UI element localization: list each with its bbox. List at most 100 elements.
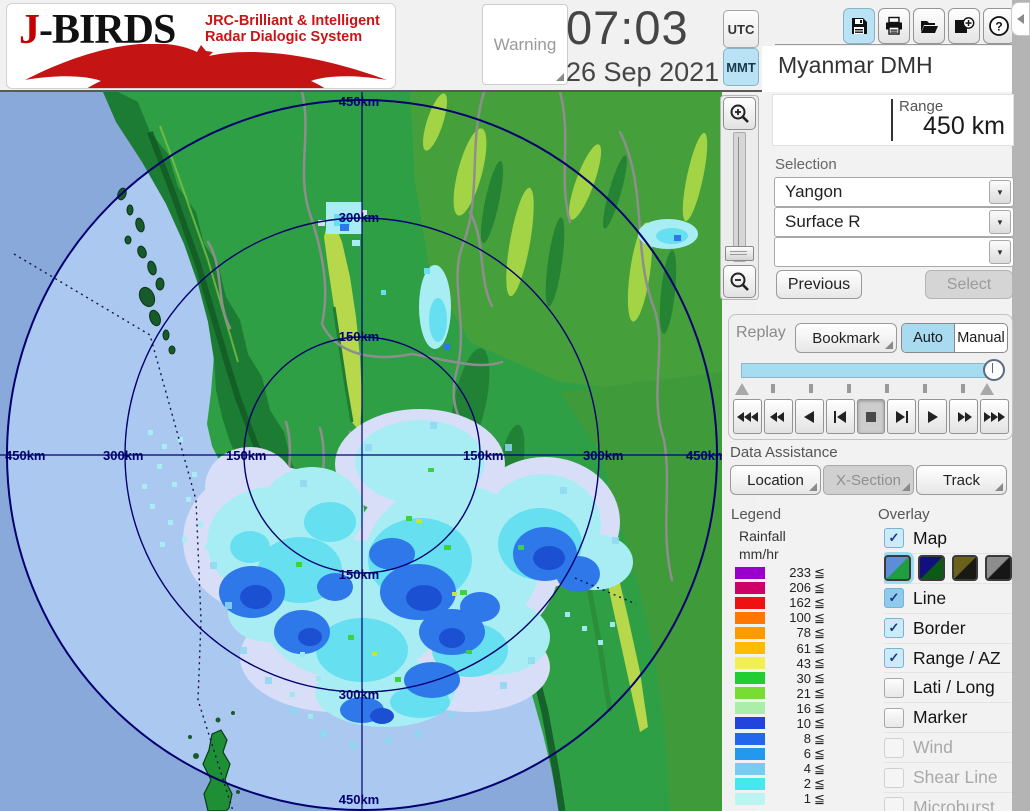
- print-button[interactable]: [878, 8, 910, 44]
- print-icon: [886, 16, 902, 35]
- legend-row: 1 ≦: [735, 791, 841, 806]
- fast-forward-button[interactable]: [949, 399, 979, 434]
- chevron-down-icon[interactable]: ▼: [989, 240, 1011, 264]
- timeline-tick: [771, 384, 775, 393]
- range-ring-label: 150km: [226, 448, 266, 463]
- map-style-row: [884, 554, 1012, 584]
- replay-timeline-slider[interactable]: [741, 363, 995, 378]
- timeline-tick: [847, 384, 851, 393]
- legend-unit: Rainfall mm/hr: [739, 528, 786, 562]
- mmt-button[interactable]: MMT: [723, 48, 759, 86]
- open-folder-icon: [921, 21, 938, 33]
- zoom-slider-track[interactable]: [733, 132, 746, 262]
- legend-swatch: [735, 747, 765, 760]
- map-style-swatch-gray[interactable]: [985, 555, 1012, 582]
- panel-edge-strip: [1012, 0, 1030, 811]
- product-dropdown[interactable]: Surface R ▼: [774, 207, 1014, 237]
- line-checkbox[interactable]: ✓: [884, 588, 904, 609]
- overlay-row-map[interactable]: ✓ Map: [884, 524, 1012, 554]
- legend-swatch: [735, 762, 765, 775]
- legend-swatch: [735, 581, 765, 594]
- legend-swatch: [735, 717, 765, 730]
- play-button[interactable]: [918, 399, 948, 434]
- map-zoom-widget: [720, 95, 759, 300]
- legend-row: 4 ≦: [735, 761, 841, 776]
- replay-slider-handle[interactable]: [983, 359, 1005, 381]
- double-forward-icon: [957, 411, 972, 422]
- step-forward-button[interactable]: [887, 399, 917, 434]
- chevron-down-icon[interactable]: ▼: [989, 210, 1011, 234]
- map-style-swatch-terrain[interactable]: [884, 555, 911, 582]
- manual-button[interactable]: Manual: [955, 324, 1007, 352]
- reverse-play-button[interactable]: [794, 399, 824, 434]
- timeline-start-marker[interactable]: [735, 383, 749, 395]
- chevron-down-icon[interactable]: ▼: [989, 180, 1011, 204]
- map-style-swatch-olive[interactable]: [951, 555, 979, 582]
- bookmark-button[interactable]: Bookmark: [795, 323, 897, 353]
- replay-label: Replay: [736, 324, 786, 341]
- track-button[interactable]: Track: [916, 465, 1007, 495]
- open-file-button[interactable]: [913, 8, 945, 44]
- station-dropdown-value: Yangon: [785, 182, 843, 201]
- legend-swatch: [735, 657, 765, 670]
- range-az-checkbox[interactable]: ✓: [884, 648, 904, 668]
- export-image-button[interactable]: [948, 8, 980, 44]
- legend-row: 21 ≦: [735, 685, 841, 701]
- legend-label: Legend: [731, 506, 782, 523]
- border-checkbox[interactable]: ✓: [884, 618, 904, 639]
- radar-map[interactable]: 450km 300km 150km 150km 300km 450km 450k…: [0, 92, 722, 811]
- overlay-row-border[interactable]: ✓ Border: [884, 614, 1012, 644]
- legend-row: 100 ≦: [735, 610, 841, 625]
- zoom-in-button[interactable]: [723, 97, 756, 130]
- select-button[interactable]: Select: [925, 270, 1013, 299]
- overlay-row-range-az[interactable]: ✓ Range / AZ: [884, 644, 1012, 674]
- legend-row: 233 ≦: [735, 565, 841, 580]
- legend-row: 2 ≦: [735, 776, 841, 791]
- step-back-icon: [834, 410, 847, 423]
- lati-long-checkbox[interactable]: [884, 677, 904, 698]
- divider: [891, 99, 893, 141]
- legend-swatch: [735, 566, 765, 579]
- utc-button[interactable]: UTC: [723, 10, 759, 48]
- triple-rewind-icon: [737, 411, 759, 422]
- overlay-row-marker[interactable]: Marker: [884, 703, 1012, 734]
- replay-mode-toggle: Auto Manual: [901, 323, 1008, 353]
- marker-checkbox[interactable]: [884, 707, 904, 728]
- range-ring-label: 450km: [339, 792, 379, 807]
- jbirds-logo: J-BIRDS JRC-Brilliant & Intelligent Rada…: [6, 3, 396, 89]
- zoom-slider-handle[interactable]: [725, 246, 754, 261]
- save-button[interactable]: [843, 8, 875, 44]
- fast-rewind-button[interactable]: [763, 399, 793, 434]
- map-checkbox[interactable]: ✓: [884, 528, 904, 549]
- legend-swatch: [735, 611, 765, 624]
- overlay-row-lati-long[interactable]: Lati / Long: [884, 673, 1012, 704]
- help-icon: ?: [989, 16, 1009, 36]
- range-ring-label: 450km: [339, 94, 379, 109]
- location-button[interactable]: Location: [730, 465, 821, 495]
- jump-start-button[interactable]: [733, 399, 762, 434]
- legend-swatch: [735, 732, 765, 745]
- previous-button[interactable]: Previous: [776, 270, 862, 299]
- legend-row: 10 ≦: [735, 715, 841, 731]
- map-style-swatch-dark[interactable]: [917, 555, 945, 582]
- legend-swatch: [735, 672, 765, 685]
- xsection-button[interactable]: X-Section: [823, 465, 914, 495]
- play-reverse-icon: [804, 410, 815, 423]
- legend-row: 6 ≦: [735, 746, 841, 761]
- station-dropdown[interactable]: Yangon ▼: [774, 177, 1014, 207]
- range-ring-label: 150km: [339, 329, 379, 344]
- station-name: Myanmar DMH: [778, 52, 933, 78]
- overlay-row-shear-line: Shear Line: [884, 763, 1012, 794]
- auto-button[interactable]: Auto: [902, 324, 955, 352]
- panel-collapse-button[interactable]: [1011, 2, 1030, 36]
- step-back-button[interactable]: [825, 399, 855, 434]
- selection-label: Selection: [775, 156, 837, 173]
- jump-end-button[interactable]: [980, 399, 1010, 434]
- warning-button[interactable]: Warning: [482, 4, 568, 85]
- extra-dropdown[interactable]: ▼: [774, 237, 1014, 267]
- replay-group: Replay Bookmark Auto Manual: [728, 314, 1013, 440]
- overlay-row-line[interactable]: ✓ Line: [884, 584, 1012, 614]
- timeline-end-marker[interactable]: [980, 383, 994, 395]
- zoom-out-button[interactable]: [723, 265, 756, 298]
- stop-button[interactable]: [856, 399, 886, 434]
